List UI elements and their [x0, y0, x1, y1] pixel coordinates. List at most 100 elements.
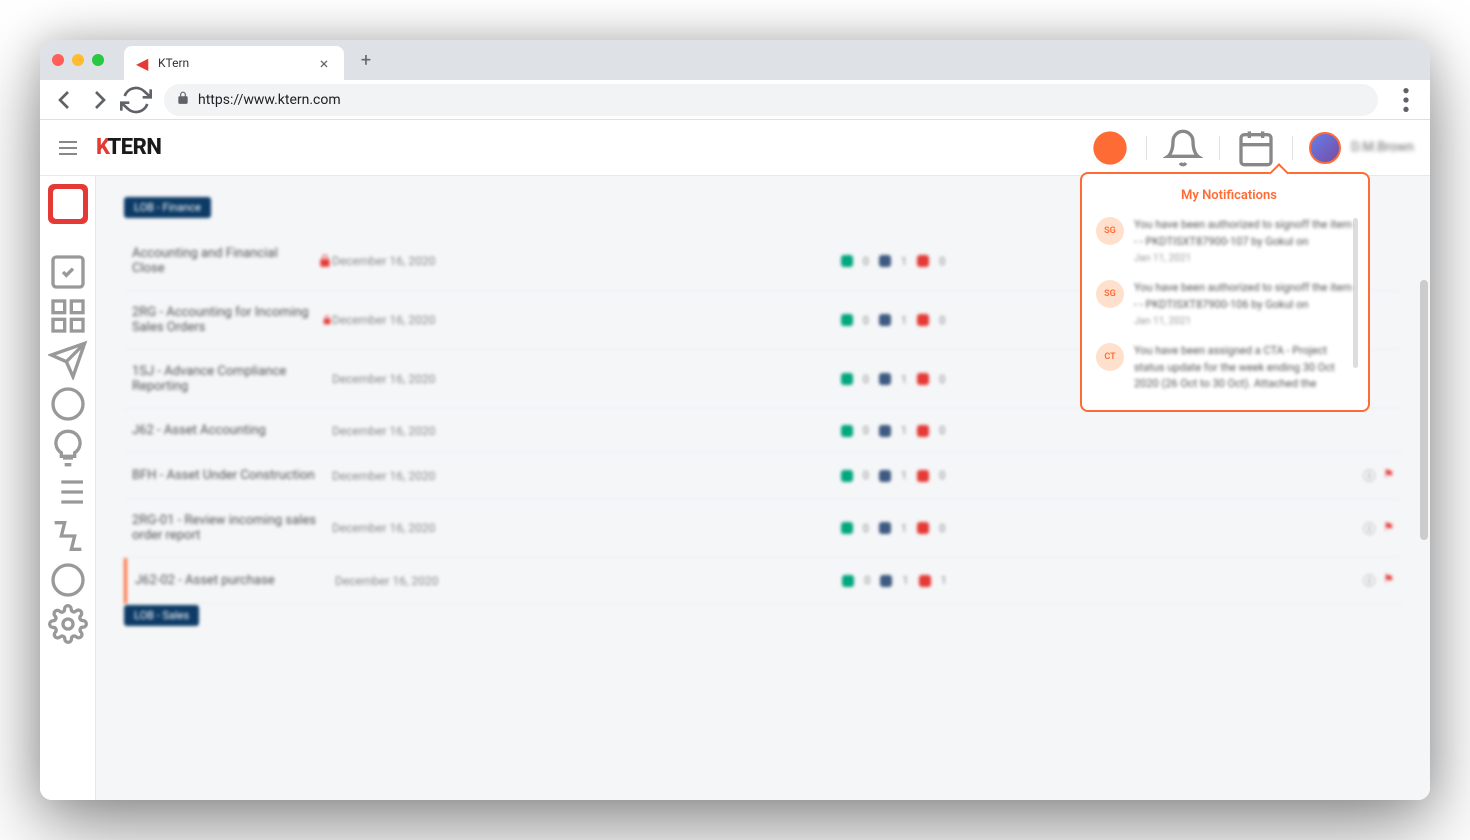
divider	[1219, 136, 1220, 160]
calendar-button[interactable]	[1236, 128, 1276, 168]
status-value: 1	[941, 574, 947, 587]
window-minimize-button[interactable]	[72, 54, 84, 66]
row-status: 0 1 1	[475, 574, 1314, 587]
browser-titlebar: ◀ KTern × +	[40, 40, 1430, 80]
tab-title: KTern	[158, 56, 308, 70]
status-value: 1	[901, 469, 907, 482]
status-red-icon	[917, 470, 929, 482]
browser-tab[interactable]: ◀ KTern ×	[124, 46, 344, 80]
back-button[interactable]	[48, 84, 80, 116]
app: K TERN D.M.Brown	[40, 120, 1430, 800]
row-actions: ⓘ⚑	[1314, 467, 1394, 484]
notification-avatar: SG	[1096, 217, 1124, 245]
info-icon[interactable]: ⓘ	[1363, 572, 1375, 589]
status-red-icon	[917, 314, 929, 326]
flag-icon[interactable]: ⚑	[1383, 572, 1394, 589]
sidebar-item-bulb[interactable]	[48, 428, 88, 468]
status-red-icon	[917, 373, 929, 385]
notification-text: You have been authorized to signoff the …	[1134, 280, 1354, 313]
sidebar-item-loop[interactable]	[48, 560, 88, 600]
group-label[interactable]: LOB - Sales	[124, 605, 199, 626]
row-name: Accounting and Financial Close	[132, 246, 332, 276]
info-icon[interactable]: ⓘ	[1363, 467, 1375, 484]
traffic-lights	[52, 54, 104, 66]
info-icon[interactable]: ⓘ	[1363, 520, 1375, 537]
row-status: 0 1 0	[472, 469, 1314, 482]
status-value: 0	[939, 522, 945, 535]
row-actions: ⓘ⚑	[1314, 572, 1394, 589]
user-menu[interactable]: D.M.Brown	[1309, 132, 1414, 164]
status-blue-icon	[879, 373, 891, 385]
status-value: 1	[901, 255, 907, 268]
page-scrollbar[interactable]	[1420, 280, 1428, 540]
sidebar-item-grid[interactable]	[48, 296, 88, 336]
status-blue-icon	[879, 470, 891, 482]
status-value: 0	[939, 373, 945, 386]
row-name: BFH - Asset Under Construction	[132, 468, 332, 483]
flag-icon[interactable]: ⚑	[1383, 467, 1394, 484]
notification-item[interactable]: SG You have been authorized to signoff t…	[1096, 217, 1354, 264]
lock-icon	[176, 90, 190, 109]
row-date: December 16, 2020	[332, 469, 472, 483]
notification-date: Jan 11, 2021	[1134, 316, 1354, 327]
logo-text: TERN	[108, 135, 162, 160]
username: D.M.Brown	[1351, 140, 1414, 155]
divider	[1292, 136, 1293, 160]
status-value: 0	[939, 255, 945, 268]
reload-button[interactable]	[120, 84, 152, 116]
group-label[interactable]: LOB - Finance	[124, 197, 211, 218]
address-bar[interactable]: https://www.ktern.com	[164, 84, 1378, 116]
row-date: December 16, 2020	[332, 521, 472, 535]
notifications-list: SG You have been authorized to signoff t…	[1096, 217, 1362, 396]
notification-item[interactable]: SG You have been authorized to signoff t…	[1096, 280, 1354, 327]
sidebar-item-list[interactable]	[48, 472, 88, 512]
table-row[interactable]: 2RG-01 - Review incoming sales order rep…	[124, 499, 1402, 558]
sidebar-item-send[interactable]	[48, 340, 88, 380]
window-close-button[interactable]	[52, 54, 64, 66]
notifications-title: My Notifications	[1096, 188, 1362, 203]
forward-button[interactable]	[84, 84, 116, 116]
sidebar-item-dashboard[interactable]	[48, 184, 88, 224]
table-row[interactable]: BFH - Asset Under Construction December …	[124, 453, 1402, 499]
app-header: K TERN D.M.Brown	[40, 120, 1430, 176]
row-actions: ⓘ⚑	[1314, 520, 1394, 537]
notification-avatar: SG	[1096, 280, 1124, 308]
status-green-icon	[841, 470, 853, 482]
status-green-icon	[841, 314, 853, 326]
row-status: 0 1 0	[472, 522, 1314, 535]
status-value: 0	[863, 469, 869, 482]
status-blue-icon	[879, 522, 891, 534]
sidebar-item-tasks[interactable]	[48, 252, 88, 292]
status-value: 1	[901, 522, 907, 535]
row-date: December 16, 2020	[335, 574, 475, 588]
row-date: December 16, 2020	[332, 372, 472, 386]
table-row[interactable]: J62 - Asset Accounting December 16, 2020…	[124, 409, 1402, 453]
menu-toggle-button[interactable]	[56, 136, 80, 160]
sidebar-item-settings[interactable]	[48, 604, 88, 644]
browser-window: ◀ KTern × + https://www.ktern.com	[40, 40, 1430, 800]
tab-close-button[interactable]: ×	[316, 55, 332, 71]
sidebar-item-transform[interactable]	[48, 516, 88, 556]
status-value: 0	[863, 373, 869, 386]
notifications-button[interactable]	[1163, 128, 1203, 168]
new-tab-button[interactable]: +	[352, 46, 380, 74]
tab-favicon-icon: ◀	[136, 56, 150, 70]
notification-item[interactable]: CT You have been assigned a CTA - Projec…	[1096, 343, 1354, 396]
row-date: December 16, 2020	[332, 313, 472, 327]
status-value: 0	[863, 314, 869, 327]
help-button[interactable]	[1090, 128, 1130, 168]
window-maximize-button[interactable]	[92, 54, 104, 66]
lock-icon	[318, 254, 332, 268]
flag-icon[interactable]: ⚑	[1383, 520, 1394, 537]
sidebar-item-circle[interactable]	[48, 384, 88, 424]
status-blue-icon	[880, 575, 892, 587]
logo[interactable]: K TERN	[96, 135, 161, 160]
status-value: 0	[863, 255, 869, 268]
notifications-popover: My Notifications SG You have been author…	[1080, 172, 1370, 412]
status-green-icon	[841, 522, 853, 534]
row-status: 0 1 0	[472, 424, 1314, 437]
status-blue-icon	[879, 255, 891, 267]
notification-text: You have been authorized to signoff the …	[1134, 217, 1354, 250]
table-row[interactable]: J62-02 - Asset purchase December 16, 202…	[124, 558, 1402, 604]
browser-menu-button[interactable]	[1390, 84, 1422, 116]
